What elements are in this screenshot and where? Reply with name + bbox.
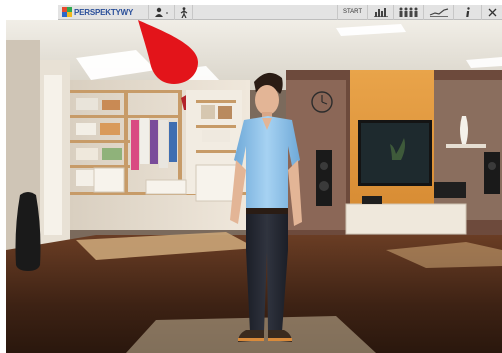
room-illustration bbox=[6, 20, 502, 353]
speaker-right bbox=[484, 152, 500, 194]
tv-console bbox=[345, 203, 467, 235]
avatar-icon bbox=[154, 7, 168, 17]
television bbox=[358, 120, 432, 186]
walk-button[interactable] bbox=[175, 4, 193, 20]
vase bbox=[460, 116, 468, 144]
glass-door bbox=[44, 75, 62, 235]
avatar-button[interactable] bbox=[149, 4, 175, 20]
logo-text: PERSPEKTYWY bbox=[74, 7, 134, 17]
room-scene bbox=[6, 20, 502, 353]
chart-icon bbox=[373, 8, 388, 17]
people-icon bbox=[399, 7, 417, 17]
walk-icon bbox=[180, 6, 187, 18]
app-logo: PERSPEKTYWY bbox=[58, 4, 149, 20]
info-button[interactable] bbox=[454, 4, 482, 20]
start-button[interactable]: START bbox=[338, 4, 368, 20]
close-button[interactable] bbox=[482, 5, 502, 20]
right-wall bbox=[434, 80, 502, 220]
trend-button[interactable] bbox=[424, 4, 454, 20]
start-label: START bbox=[342, 9, 363, 15]
speaker-left bbox=[316, 150, 332, 206]
chart-button[interactable] bbox=[368, 4, 394, 20]
logo-mark-icon bbox=[62, 7, 72, 17]
floor-vase bbox=[15, 192, 41, 271]
wall-shelf bbox=[446, 144, 486, 148]
top-toolbar: PERSPEKTYWY START bbox=[58, 4, 502, 20]
trend-icon bbox=[429, 8, 448, 17]
people-button[interactable] bbox=[394, 4, 424, 20]
info-icon bbox=[465, 6, 470, 17]
toolbar-spacer bbox=[193, 4, 338, 20]
app-window: PERSPEKTYWY START bbox=[0, 0, 502, 353]
close-icon bbox=[488, 8, 496, 16]
